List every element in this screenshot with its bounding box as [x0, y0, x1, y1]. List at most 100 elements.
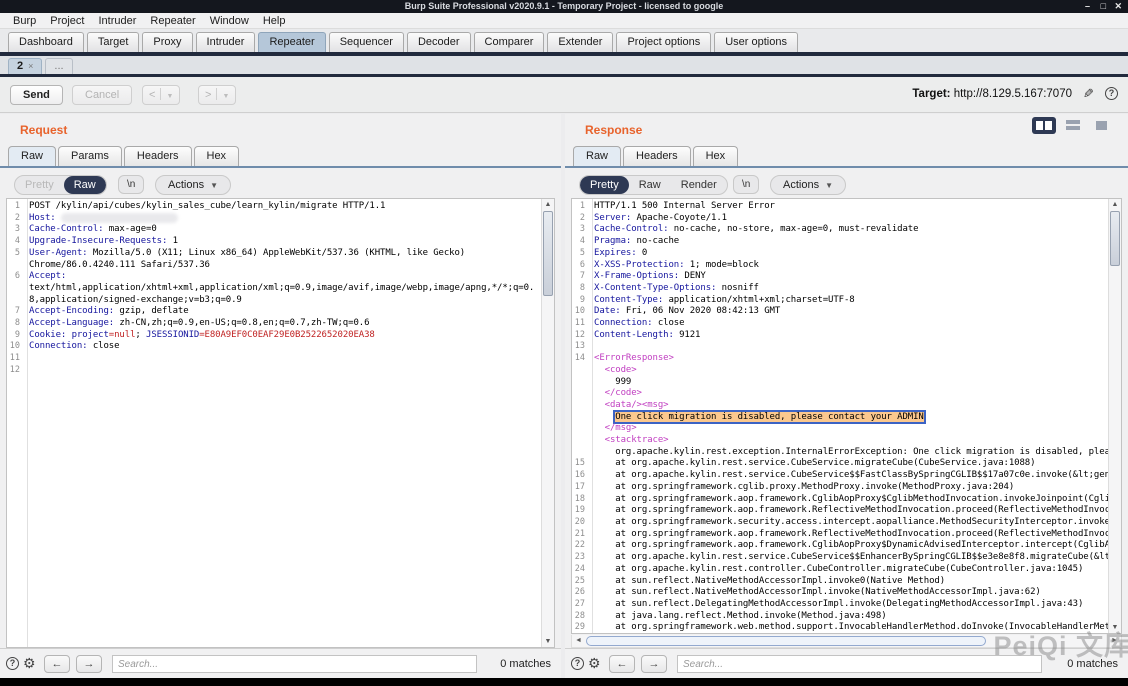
single-layout-button[interactable] — [1090, 117, 1114, 134]
rows-layout-button[interactable] — [1061, 117, 1085, 134]
minimize-icon[interactable]: – — [1085, 1, 1090, 11]
code-line: 11 — [7, 353, 541, 365]
tab-repeater[interactable]: Repeater — [258, 32, 325, 52]
response-search-bar: ? ⚙ ← → 0 matches — [565, 648, 1128, 678]
tab-intruder[interactable]: Intruder — [196, 32, 256, 52]
request-vertical-scrollbar[interactable]: ▲ ▼ — [541, 199, 554, 647]
tab-project-options[interactable]: Project options — [616, 32, 711, 52]
help-icon[interactable]: ? — [1105, 87, 1118, 100]
tab-comparer[interactable]: Comparer — [474, 32, 545, 52]
maximize-icon[interactable]: □ — [1101, 1, 1106, 11]
next-arrow: > — [205, 89, 211, 101]
code-line: 26 at sun.reflect.NativeMethodAccessorIm… — [572, 587, 1108, 599]
scrollbar-thumb[interactable] — [1110, 211, 1120, 266]
render-view-button[interactable]: Render — [671, 176, 727, 194]
close-icon[interactable]: ✕ — [1114, 1, 1122, 12]
scroll-up-icon[interactable]: ▲ — [542, 199, 554, 210]
scroll-down-icon[interactable]: ▼ — [542, 636, 554, 647]
search-input[interactable] — [677, 655, 1042, 673]
divider — [160, 88, 161, 100]
scroll-up-icon[interactable]: ▲ — [1109, 199, 1121, 210]
linebreak-toggle-button[interactable]: \n — [118, 175, 144, 194]
session-tab-2[interactable]: 2× — [8, 58, 42, 74]
response-panel: Response Raw Headers Hex Pretty Raw Rend… — [565, 114, 1128, 678]
response-tab-hex[interactable]: Hex — [693, 146, 739, 166]
response-view-toolbar: Pretty Raw Render \n Actions▼ — [565, 172, 1128, 198]
response-horizontal-scrollbar[interactable]: ◄ ► — [571, 635, 1122, 648]
search-input[interactable] — [112, 655, 477, 673]
code-line: 3Cache-Control: max-age=0 — [7, 224, 541, 236]
send-button[interactable]: Send — [10, 85, 63, 105]
tab-extender[interactable]: Extender — [547, 32, 613, 52]
target-display: Target: http://8.129.5.167:7070 — [912, 88, 1072, 100]
scrollbar-thumb[interactable] — [586, 636, 986, 646]
menu-item-repeater[interactable]: Repeater — [143, 15, 202, 27]
code-line: 10Date: Fri, 06 Nov 2020 08:42:13 GMT — [572, 306, 1108, 318]
session-tab-label: 2 — [17, 60, 23, 72]
previous-request-button[interactable]: <▼ — [142, 85, 180, 105]
code-line: <stacktrace> — [572, 435, 1108, 447]
code-line: 22 at org.springframework.aop.framework.… — [572, 540, 1108, 552]
search-prev-button[interactable]: ← — [609, 655, 635, 673]
help-icon[interactable]: ? — [6, 657, 19, 670]
request-tab-headers[interactable]: Headers — [124, 146, 192, 166]
response-panel-title: Response — [585, 123, 642, 137]
request-tab-raw[interactable]: Raw — [8, 146, 56, 166]
code-line: 6X-XSS-Protection: 1; mode=block — [572, 260, 1108, 272]
raw-view-button[interactable]: Raw — [64, 176, 106, 194]
search-next-button[interactable]: → — [76, 655, 102, 673]
session-tab-bar: 2× ... — [0, 56, 1128, 74]
gear-icon[interactable]: ⚙ — [23, 655, 36, 672]
scroll-left-icon[interactable]: ◄ — [573, 635, 584, 646]
help-icon[interactable]: ? — [571, 657, 584, 670]
cancel-button[interactable]: Cancel — [72, 85, 132, 105]
code-line: 18 at org.springframework.aop.framework.… — [572, 494, 1108, 506]
close-tab-icon[interactable]: × — [28, 61, 33, 71]
menu-item-intruder[interactable]: Intruder — [92, 15, 144, 27]
actions-button[interactable]: Actions▼ — [155, 175, 231, 195]
tab-decoder[interactable]: Decoder — [407, 32, 471, 52]
search-prev-button[interactable]: ← — [44, 655, 70, 673]
edit-target-icon[interactable]: ✎ — [1083, 86, 1094, 102]
code-line: 6Accept: — [7, 271, 541, 283]
menu-item-help[interactable]: Help — [256, 15, 293, 27]
code-line: 2Server: Apache-Coyote/1.1 — [572, 213, 1108, 225]
response-tab-raw[interactable]: Raw — [573, 146, 621, 166]
menu-item-window[interactable]: Window — [203, 15, 256, 27]
request-control-bar: Send Cancel <▼ >▼ Target: http://8.129.5… — [0, 77, 1128, 113]
columns-layout-button[interactable] — [1032, 117, 1056, 134]
response-vertical-scrollbar[interactable]: ▲ ▼ — [1108, 199, 1121, 633]
code-line: 12Content-Length: 9121 — [572, 330, 1108, 342]
menu-item-project[interactable]: Project — [43, 15, 91, 27]
code-line: </msg> — [572, 423, 1108, 435]
raw-view-button[interactable]: Raw — [629, 176, 671, 194]
actions-label: Actions — [168, 179, 204, 191]
request-tab-hex[interactable]: Hex — [194, 146, 240, 166]
linebreak-toggle-button[interactable]: \n — [733, 175, 759, 194]
tab-target[interactable]: Target — [87, 32, 140, 52]
tab-dashboard[interactable]: Dashboard — [8, 32, 84, 52]
menu-item-burp[interactable]: Burp — [6, 15, 43, 27]
request-editor[interactable]: 1POST /kylin/api/cubes/kylin_sales_cube/… — [6, 198, 555, 648]
request-tab-params[interactable]: Params — [58, 146, 122, 166]
scroll-down-icon[interactable]: ▼ — [1109, 622, 1121, 633]
code-line: 4Pragma: no-cache — [572, 236, 1108, 248]
pretty-view-button[interactable]: Pretty — [15, 176, 64, 194]
response-tab-headers[interactable]: Headers — [623, 146, 691, 166]
search-next-button[interactable]: → — [641, 655, 667, 673]
scroll-right-icon[interactable]: ► — [1109, 635, 1120, 646]
tab-sequencer[interactable]: Sequencer — [329, 32, 404, 52]
actions-button[interactable]: Actions▼ — [770, 175, 846, 195]
tab-proxy[interactable]: Proxy — [142, 32, 192, 52]
tab-user-options[interactable]: User options — [714, 32, 798, 52]
next-request-button[interactable]: >▼ — [198, 85, 236, 105]
session-tab-more[interactable]: ... — [45, 58, 72, 74]
code-line: text/html,application/xhtml+xml,applicat… — [7, 283, 541, 295]
gear-icon[interactable]: ⚙ — [588, 655, 601, 672]
code-line: 2Host: — [7, 213, 541, 225]
code-line: 8X-Content-Type-Options: nosniff — [572, 283, 1108, 295]
pretty-view-button[interactable]: Pretty — [580, 176, 629, 194]
burp-window: Burp Suite Professional v2020.9.1 - Temp… — [0, 0, 1128, 686]
scrollbar-thumb[interactable] — [543, 211, 553, 296]
response-editor[interactable]: 1HTTP/1.1 500 Internal Server Error2Serv… — [571, 198, 1122, 634]
